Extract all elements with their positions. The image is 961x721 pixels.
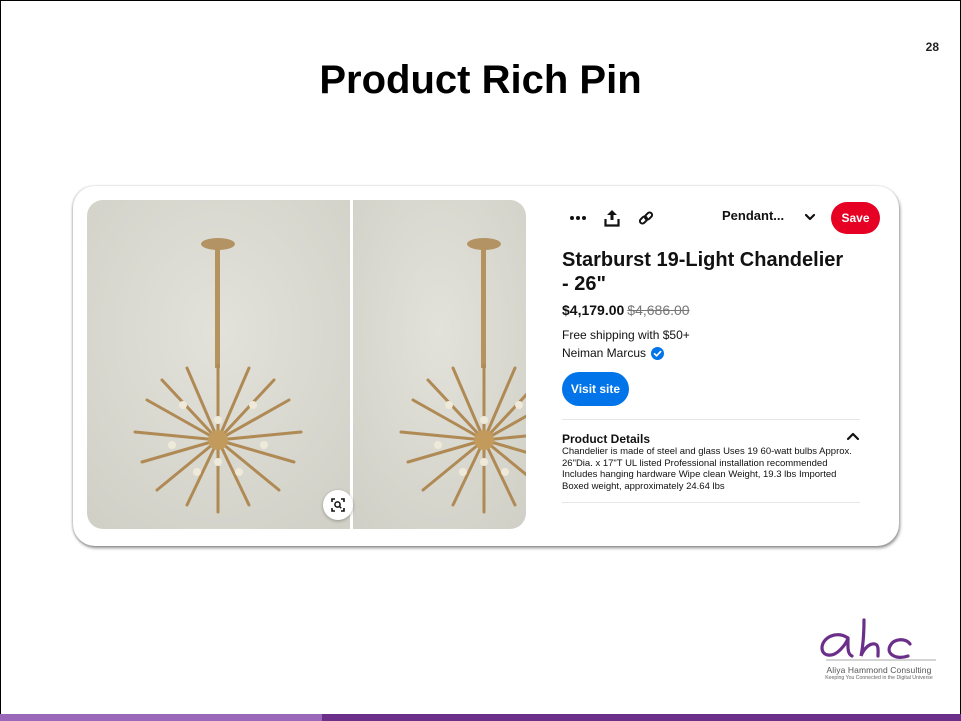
divider xyxy=(562,502,860,503)
logo-company-name: Aliya Hammond Consulting xyxy=(826,665,932,675)
page-number: 28 xyxy=(925,40,939,54)
pin-card: Pendant... Save Starburst 19-Light Chand… xyxy=(73,186,899,546)
original-price: $4,686.00 xyxy=(627,302,690,318)
product-details-heading[interactable]: Product Details xyxy=(562,432,650,446)
logo-tagline: Keeping You Connected in the Digital Uni… xyxy=(825,675,933,681)
current-price: $4,179.00 xyxy=(562,302,625,318)
product-image-1[interactable] xyxy=(87,200,350,529)
company-logo: Aliya Hammond Consulting Keeping You Con… xyxy=(814,616,940,694)
logo-mark xyxy=(820,618,936,661)
footer-bar xyxy=(0,714,961,721)
shipping-info: Free shipping with $50+ xyxy=(562,328,690,342)
visual-search-icon xyxy=(331,498,345,512)
merchant-name[interactable]: Neiman Marcus xyxy=(562,346,646,360)
footer-bar-left xyxy=(0,714,322,721)
product-gallery xyxy=(87,200,526,529)
pin-toolbar: Pendant... Save xyxy=(562,200,882,236)
link-icon[interactable] xyxy=(634,206,658,230)
board-select[interactable]: Pendant... xyxy=(722,208,784,223)
merchant-row: Neiman Marcus xyxy=(562,346,665,360)
product-title: Starburst 19-Light Chandelier - 26" xyxy=(562,249,844,295)
product-details-text: Chandelier is made of steel and glass Us… xyxy=(562,446,852,492)
visual-search-button[interactable] xyxy=(323,490,353,520)
verified-icon xyxy=(651,346,665,360)
divider xyxy=(562,419,860,420)
share-icon[interactable] xyxy=(600,206,624,230)
product-image-2[interactable] xyxy=(353,200,526,529)
more-icon[interactable] xyxy=(566,206,590,230)
footer-bar-right xyxy=(322,714,961,721)
pin-info-panel: Pendant... Save Starburst 19-Light Chand… xyxy=(562,200,882,530)
visit-site-button[interactable]: Visit site xyxy=(562,372,629,406)
slide-title: Product Rich Pin xyxy=(319,58,642,102)
price-row: $4,179.00 $4,686.00 xyxy=(562,302,690,318)
chevron-down-icon[interactable] xyxy=(804,209,816,225)
chevron-up-icon[interactable] xyxy=(846,431,860,443)
save-button[interactable]: Save xyxy=(831,202,880,234)
